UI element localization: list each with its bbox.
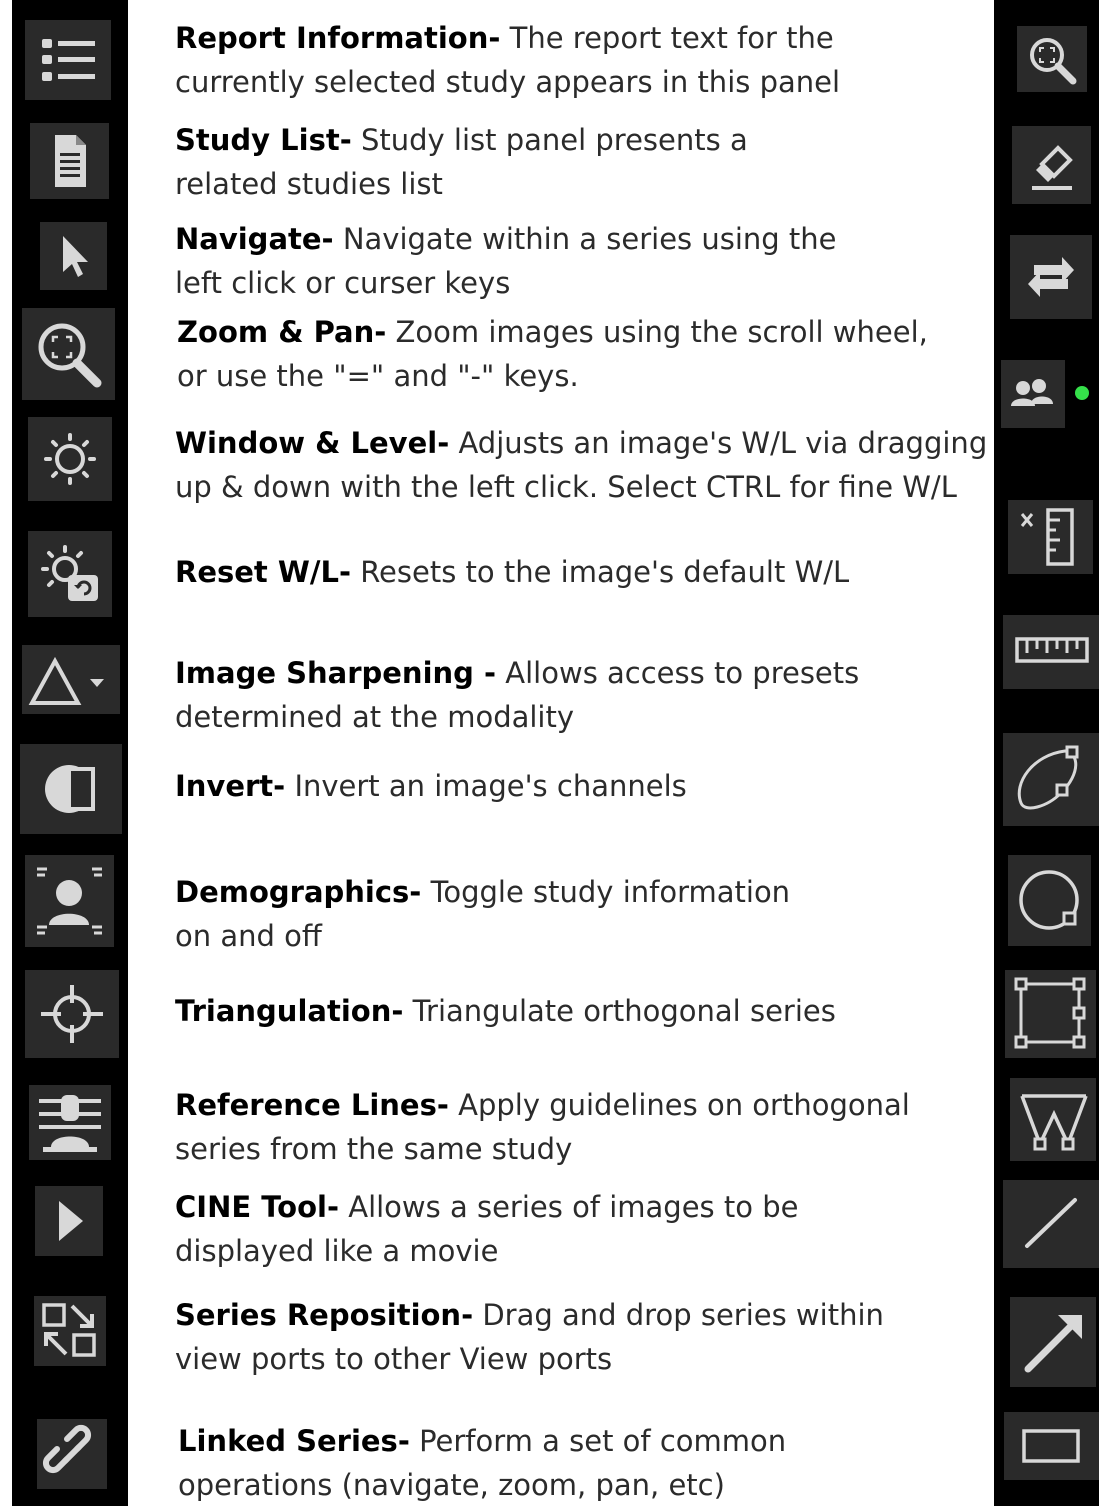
tool-name: Navigate- — [175, 222, 334, 256]
demographics-description: Demographics- Toggle study information o… — [175, 870, 790, 958]
play-icon[interactable] — [35, 1186, 103, 1256]
sun-icon[interactable] — [28, 417, 112, 501]
tool-description: displayed like a movie — [175, 1234, 499, 1268]
zoom-pan-description: Zoom & Pan- Zoom images using the scroll… — [177, 310, 928, 398]
list-icon[interactable] — [25, 20, 111, 100]
ruler-icon[interactable] — [1003, 615, 1099, 689]
tool-name: Zoom & Pan- — [177, 315, 387, 349]
crosshair-icon[interactable] — [25, 970, 119, 1058]
tool-name: Demographics- — [175, 875, 422, 909]
tool-description: Navigate within a series using the — [342, 222, 837, 256]
triangle-dropdown-icon[interactable] — [22, 645, 120, 714]
tool-description: left click or curser keys — [175, 266, 511, 300]
series-reposition-description: Series Reposition- Drag and drop series … — [175, 1293, 884, 1381]
freehand-roi-icon[interactable] — [1003, 733, 1099, 826]
reference-lines-description: Reference Lines- Apply guidelines on ort… — [175, 1083, 910, 1171]
linked-series-description: Linked Series- Perform a set of common o… — [178, 1419, 786, 1507]
tool-description: on and off — [175, 919, 322, 953]
zoom-icon[interactable] — [22, 308, 115, 400]
sun-reset-icon[interactable] — [28, 531, 112, 617]
tool-description: currently selected study appears in this… — [175, 65, 841, 99]
tool-description: Allows access to presets — [505, 656, 860, 690]
rectangle-roi-icon[interactable] — [1005, 970, 1096, 1058]
tool-description: series from the same study — [175, 1132, 573, 1166]
invert-description: Invert- Invert an image's channels — [175, 764, 687, 808]
tool-description: view ports to other View ports — [175, 1342, 613, 1376]
tool-name: Image Sharpening - — [175, 656, 497, 690]
tool-description: Triangulate orthogonal series — [412, 994, 836, 1028]
swap-icon[interactable] — [1010, 235, 1092, 319]
tool-name: Reference Lines- — [175, 1088, 449, 1122]
tool-name: Reset W/L- — [175, 555, 351, 589]
tool-description: Resets to the image's default W/L — [360, 555, 850, 589]
reference-lines-icon[interactable] — [29, 1085, 111, 1160]
pointer-icon[interactable] — [40, 222, 107, 290]
link-icon[interactable] — [37, 1419, 107, 1489]
tool-description: operations (navigate, zoom, pan, etc) — [178, 1468, 725, 1502]
tool-name: Window & Level- — [175, 426, 450, 460]
image-sharpening-description: Image Sharpening - Allows access to pres… — [175, 651, 859, 739]
angle-icon[interactable] — [1010, 1078, 1096, 1161]
tool-description: Study list panel presents a — [360, 123, 748, 157]
line-icon[interactable] — [1003, 1180, 1099, 1268]
triangulation-description: Triangulation- Triangulate orthogonal se… — [175, 989, 836, 1033]
tool-name: Series Reposition- — [175, 1298, 474, 1332]
tool-name: Invert- — [175, 769, 286, 803]
tool-name: Study List- — [175, 123, 352, 157]
status-dot — [1075, 386, 1089, 400]
eraser-icon[interactable] — [1012, 126, 1091, 204]
users-icon[interactable] — [1001, 360, 1065, 428]
tool-description: related studies list — [175, 167, 443, 201]
circle-roi-icon[interactable] — [1008, 855, 1091, 946]
tool-name: Linked Series- — [178, 1424, 410, 1458]
navigate-description: Navigate- Navigate within a series using… — [175, 217, 837, 305]
tool-description: determined at the modality — [175, 700, 575, 734]
document-icon[interactable] — [30, 123, 109, 199]
tool-description: Perform a set of common — [419, 1424, 787, 1458]
cine-tool-description: CINE Tool- Allows a series of images to … — [175, 1185, 798, 1273]
tool-name: Triangulation- — [175, 994, 404, 1028]
tool-name: CINE Tool- — [175, 1190, 340, 1224]
zoom-icon[interactable] — [1017, 26, 1087, 92]
calibrate-ruler-icon[interactable] — [1008, 500, 1093, 574]
tool-description: up & down with the left click. Select CT… — [175, 470, 957, 504]
tool-description: The report text for the — [509, 21, 834, 55]
tool-description: Apply guidelines on orthogonal — [458, 1088, 910, 1122]
invert-icon[interactable] — [20, 744, 122, 834]
person-icon[interactable] — [25, 855, 114, 947]
tool-description: Toggle study information — [430, 875, 791, 909]
report-information-description: Report Information- The report text for … — [175, 16, 840, 104]
tool-description: Zoom images using the scroll wheel, — [395, 315, 928, 349]
tool-description: or use the "=" and "-" keys. — [177, 359, 579, 393]
tool-description: Adjusts an image's W/L via dragging — [458, 426, 988, 460]
reset-wl-description: Reset W/L- Resets to the image's default… — [175, 550, 849, 594]
arrow-icon[interactable] — [1010, 1297, 1096, 1387]
reposition-icon[interactable] — [34, 1296, 106, 1366]
tool-name: Report Information- — [175, 21, 501, 55]
tool-description: Invert an image's channels — [294, 769, 687, 803]
tool-description: Drag and drop series within — [482, 1298, 884, 1332]
tool-description: Allows a series of images to be — [348, 1190, 799, 1224]
study-list-description: Study List- Study list panel presents a … — [175, 118, 748, 206]
rectangle-icon[interactable] — [1004, 1412, 1099, 1480]
window-level-description: Window & Level- Adjusts an image's W/L v… — [175, 421, 987, 509]
